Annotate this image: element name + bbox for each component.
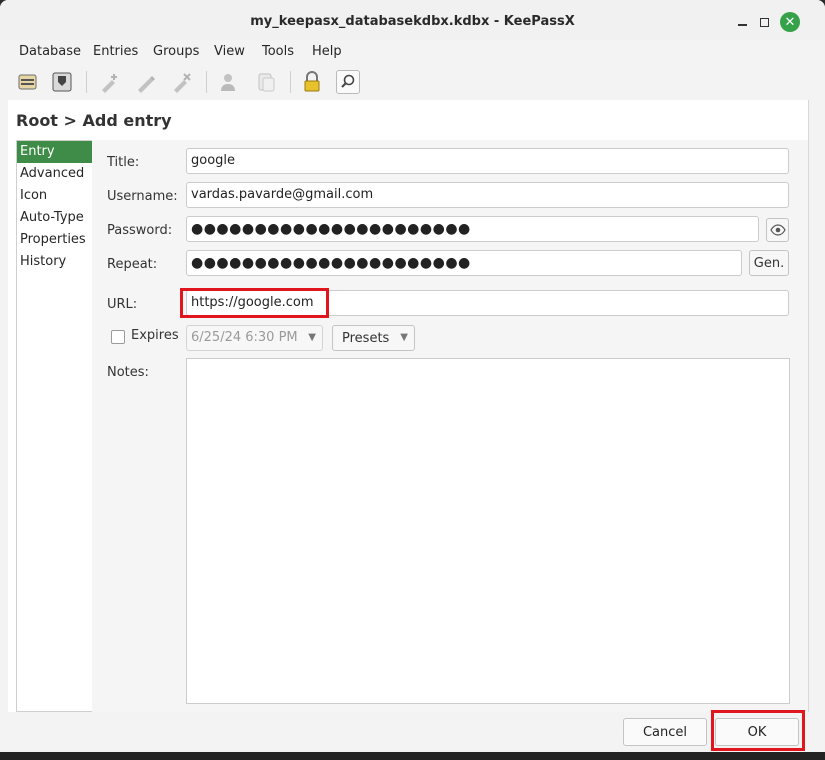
close-icon: ✕ (784, 14, 796, 30)
open-database-button[interactable] (14, 68, 42, 96)
desktop-background (0, 752, 825, 760)
eye-icon (769, 224, 786, 236)
toggle-password-visibility-button[interactable] (766, 218, 789, 242)
password-label: Password: (107, 223, 173, 238)
sidebar-item-history[interactable]: History (17, 251, 93, 273)
toolbar-separator (206, 71, 207, 93)
entry-form: Title: google Username: vardas.pavarde@g… (92, 140, 808, 712)
edit-entry-button[interactable] (132, 68, 160, 96)
sidebar-item-entry[interactable]: Entry (17, 141, 93, 163)
breadcrumb: Root > Add entry (16, 111, 172, 130)
menu-view[interactable]: View (214, 44, 245, 59)
menu-entries[interactable]: Entries (93, 44, 138, 59)
search-button[interactable] (334, 68, 362, 96)
sidebar-item-advanced[interactable]: Advanced (17, 163, 93, 185)
chevron-down-icon: ▼ (308, 332, 316, 343)
add-entry-button[interactable] (96, 68, 124, 96)
entry-sidebar: Entry Advanced Icon Auto-Type Properties… (16, 140, 94, 712)
sidebar-item-properties[interactable]: Properties (17, 229, 93, 251)
toolbar (0, 64, 825, 100)
toolbar-separator (290, 71, 291, 93)
menu-bar: Database Entries Groups View Tools Help (0, 40, 825, 62)
repeat-password-field[interactable]: ●●●●●●●●●●●●●●●●●●●●●● (186, 250, 742, 276)
sidebar-item-auto-type[interactable]: Auto-Type (17, 207, 93, 229)
title-label: Title: (107, 155, 140, 170)
presets-label: Presets (342, 330, 390, 346)
expires-label: Expires (131, 328, 179, 343)
sidebar-item-icon[interactable]: Icon (17, 185, 93, 207)
lock-database-button[interactable] (298, 68, 326, 96)
title-field[interactable]: google (186, 148, 789, 174)
expiry-date-field[interactable]: 6/25/24 6:30 PM ▼ (186, 325, 323, 351)
username-field[interactable]: vardas.pavarde@gmail.com (186, 182, 789, 208)
title-bar: my_keepasx_databasekdbx.kdbx - KeePassX … (0, 0, 825, 40)
cancel-button[interactable]: Cancel (623, 718, 707, 746)
menu-help[interactable]: Help (312, 44, 342, 59)
open-database-icon (18, 74, 37, 90)
notes-textarea[interactable] (186, 358, 790, 704)
keepassx-window: my_keepasx_databasekdbx.kdbx - KeePassX … (0, 0, 825, 752)
save-database-button[interactable] (48, 68, 76, 96)
minimize-button[interactable] (733, 13, 751, 31)
presets-dropdown[interactable]: Presets ▼ (332, 325, 415, 351)
copy-username-button[interactable] (214, 68, 242, 96)
minimize-icon (737, 24, 747, 26)
url-highlight-box (180, 288, 329, 318)
maximize-button[interactable] (755, 13, 773, 31)
copy-username-icon (221, 74, 235, 91)
menu-tools[interactable]: Tools (262, 44, 294, 59)
edit-entry-panel: Root > Add entry Entry Advanced Icon Aut… (8, 100, 809, 712)
password-field[interactable]: ●●●●●●●●●●●●●●●●●●●●●● (186, 216, 759, 242)
search-frame (336, 70, 360, 94)
copy-password-icon (258, 73, 275, 92)
generate-password-button[interactable]: Gen. (749, 250, 789, 276)
delete-entry-icon (174, 73, 191, 93)
repeat-label: Repeat: (107, 257, 158, 272)
delete-entry-button[interactable] (168, 68, 196, 96)
notes-label: Notes: (107, 365, 149, 380)
menu-groups[interactable]: Groups (153, 44, 199, 59)
menu-database[interactable]: Database (19, 44, 81, 59)
search-icon (341, 74, 355, 88)
copy-password-button[interactable] (252, 68, 280, 96)
chevron-down-icon: ▼ (400, 332, 408, 343)
toolbar-separator (86, 71, 87, 93)
save-database-icon (52, 72, 72, 92)
close-button[interactable]: ✕ (780, 12, 800, 32)
url-label: URL: (107, 297, 138, 312)
ok-highlight-box (711, 710, 805, 751)
expiry-date-value: 6/25/24 6:30 PM (191, 330, 298, 345)
edit-entry-icon (138, 76, 155, 93)
maximize-icon (759, 17, 769, 27)
lock-database-icon (304, 71, 320, 92)
expires-checkbox[interactable] (111, 330, 125, 344)
add-entry-icon (102, 74, 117, 93)
window-title: my_keepasx_databasekdbx.kdbx - KeePassX (250, 14, 575, 29)
username-label: Username: (107, 189, 178, 204)
